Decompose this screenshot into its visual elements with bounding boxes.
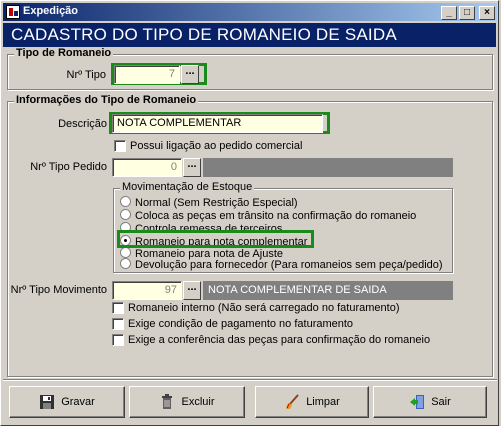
close-button[interactable]: × xyxy=(479,6,495,20)
exige-pagamento-box[interactable] xyxy=(112,318,124,331)
app-icon xyxy=(6,5,20,19)
radio-devolucao[interactable]: Devolução para fornecedor (Para romaneio… xyxy=(120,258,443,271)
exit-door-icon xyxy=(409,394,425,410)
exige-conferencia-checkbox[interactable]: Exige a conferência das peças para confi… xyxy=(112,334,430,348)
radio-normal-button[interactable] xyxy=(120,196,131,207)
nr-tipo-pedido-lookup-button[interactable]: ... xyxy=(183,158,201,177)
possui-ligacao-checkbox[interactable]: Possui ligação ao pedido comercial xyxy=(114,140,302,154)
gravar-button[interactable]: Gravar xyxy=(9,386,125,418)
exige-pagamento-label: Exige condição de pagamento no faturamen… xyxy=(128,318,354,330)
nr-tipo-pedido-desc xyxy=(203,158,453,177)
radio-devolucao-label: Devolução para fornecedor (Para romaneio… xyxy=(135,259,443,271)
exige-pagamento-checkbox[interactable]: Exige condição de pagamento no faturamen… xyxy=(112,318,353,332)
movimentacao-group-title: Movimentação de Estoque xyxy=(120,181,255,193)
floppy-disk-icon xyxy=(39,394,55,410)
possui-ligacao-label: Possui ligação ao pedido comercial xyxy=(130,140,303,152)
nr-tipo-label: Nrº Tipo xyxy=(66,69,106,81)
descricao-label: Descrição xyxy=(58,118,107,130)
trash-icon xyxy=(159,394,175,410)
romaneio-interno-checkbox[interactable]: Romaneio interno (Não será carregado no … xyxy=(112,302,399,316)
excluir-button[interactable]: Excluir xyxy=(129,386,245,418)
descricao-input[interactable]: NOTA COMPLEMENTAR xyxy=(112,114,323,133)
main-window: Expedição _ □ × CADASTRO DO TIPO DE ROMA… xyxy=(0,0,499,426)
excluir-label: Excluir xyxy=(181,396,215,408)
title-bar[interactable]: Expedição _ □ × xyxy=(3,3,497,21)
nr-tipo-movimento-label: Nrº Tipo Movimento xyxy=(10,284,107,296)
radio-transito-button[interactable] xyxy=(120,209,131,220)
romaneio-interno-label: Romaneio interno (Não será carregado no … xyxy=(128,302,400,314)
tipo-romaneio-group-title: Tipo de Romaneio xyxy=(14,47,114,59)
nr-tipo-pedido-input[interactable]: 0 xyxy=(112,158,182,177)
maximize-button[interactable]: □ xyxy=(459,6,475,20)
nr-tipo-input[interactable]: 7 xyxy=(114,65,180,84)
romaneio-interno-box[interactable] xyxy=(112,302,124,315)
radio-devolucao-button[interactable] xyxy=(120,258,131,269)
nr-tipo-movimento-desc: NOTA COMPLEMENTAR DE SAIDA xyxy=(203,281,453,300)
radio-transito-label: Coloca as peças em trânsito na confirmaç… xyxy=(135,210,417,222)
exige-conferencia-box[interactable] xyxy=(112,334,124,347)
limpar-button[interactable]: Limpar xyxy=(255,386,369,418)
page-title: CADASTRO DO TIPO DE ROMANEIO DE SAIDA xyxy=(3,23,496,47)
nr-tipo-movimento-input[interactable]: 97 xyxy=(112,281,182,300)
limpar-label: Limpar xyxy=(306,396,340,408)
nr-tipo-movimento-lookup-button[interactable]: ... xyxy=(183,281,201,300)
possui-ligacao-box[interactable] xyxy=(114,140,126,153)
radio-normal-label: Normal (Sem Restrição Especial) xyxy=(135,197,298,209)
broom-icon xyxy=(284,394,300,410)
exige-conferencia-label: Exige a conferência das peças para confi… xyxy=(128,334,431,346)
sair-label: Sair xyxy=(431,396,451,408)
informacoes-group-title: Informações do Tipo de Romaneio xyxy=(14,94,199,106)
radio-transito[interactable]: Coloca as peças em trânsito na confirmaç… xyxy=(120,209,416,222)
nr-tipo-lookup-button[interactable]: ... xyxy=(181,65,199,84)
nota-complementar-highlight xyxy=(117,230,314,248)
radio-normal[interactable]: Normal (Sem Restrição Especial) xyxy=(120,196,298,209)
radio-nota-ajuste-button[interactable] xyxy=(120,247,131,258)
sair-button[interactable]: Sair xyxy=(373,386,487,418)
nr-tipo-pedido-label: Nrº Tipo Pedido xyxy=(30,161,107,173)
window-title: Expedição xyxy=(23,5,79,17)
minimize-button[interactable]: _ xyxy=(441,6,457,20)
gravar-label: Gravar xyxy=(61,396,95,408)
